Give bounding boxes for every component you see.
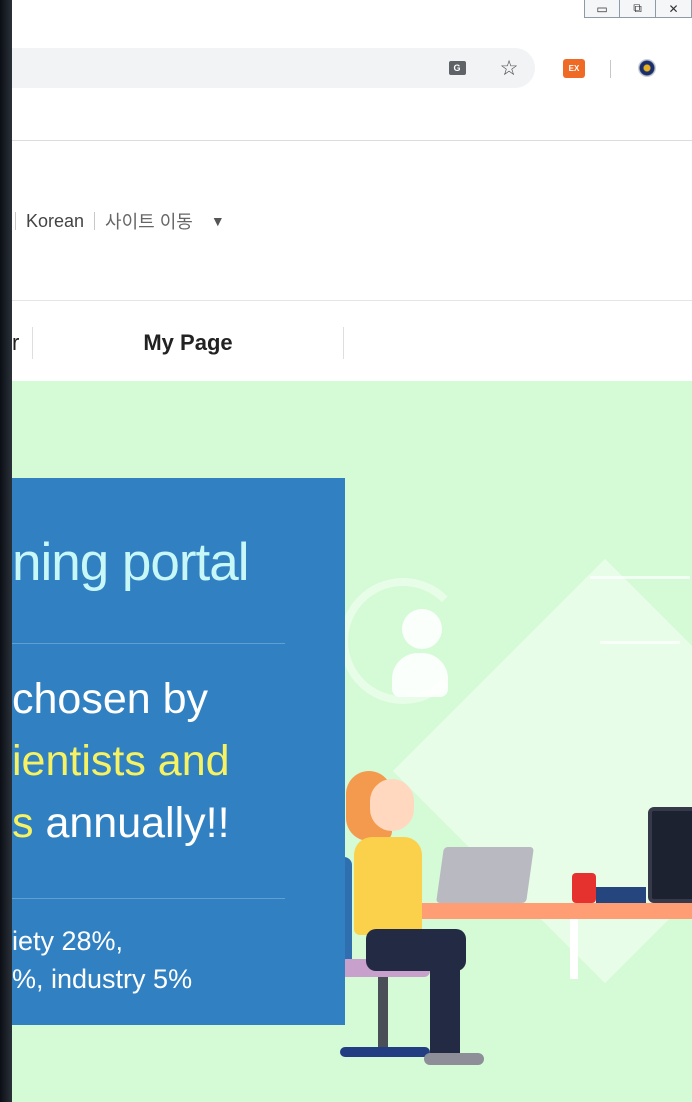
hero-stats: iety 28%, %, industry 5% bbox=[12, 926, 193, 994]
divider bbox=[12, 643, 285, 644]
hero-headline: chosen by ientists and s annually!! bbox=[12, 675, 230, 847]
chevron-down-icon[interactable]: ▼ bbox=[211, 213, 225, 229]
laptop-icon bbox=[436, 847, 534, 903]
divider bbox=[15, 212, 16, 230]
minimize-button[interactable]: ▭ bbox=[584, 0, 620, 18]
restore-button[interactable]: ⧉ bbox=[620, 0, 656, 18]
nav-item-partial[interactable]: r bbox=[12, 330, 32, 356]
hero-title: ning portal bbox=[12, 533, 250, 592]
language-korean-link[interactable]: Korean bbox=[26, 211, 84, 232]
main-nav: r My Page bbox=[12, 324, 344, 362]
window-controls: ▭ ⧉ ✕ bbox=[584, 0, 692, 18]
header-divider bbox=[0, 300, 692, 301]
nav-divider bbox=[343, 327, 344, 359]
user-icon bbox=[402, 609, 442, 649]
monitor-icon bbox=[648, 807, 692, 903]
divider bbox=[12, 898, 285, 899]
extension-icon[interactable]: EX bbox=[562, 56, 586, 80]
language-bar: Korean 사이트 이동 ▼ bbox=[12, 196, 225, 246]
hero-banner: ning portal chosen by ientists and s ann… bbox=[0, 381, 692, 1102]
profile-icon[interactable] bbox=[635, 56, 659, 80]
toolbar-separator bbox=[610, 60, 611, 78]
window-edge bbox=[0, 0, 12, 1102]
bookmark-star-icon[interactable]: ☆ bbox=[497, 56, 521, 80]
site-move-dropdown[interactable]: 사이트 이동 bbox=[105, 208, 193, 234]
hero-text-panel: ning portal chosen by ientists and s ann… bbox=[0, 478, 345, 1025]
translate-icon[interactable]: G bbox=[445, 56, 469, 80]
toolbar-divider bbox=[0, 140, 692, 141]
divider bbox=[94, 212, 96, 230]
close-button[interactable]: ✕ bbox=[656, 0, 692, 18]
nav-item-my-page[interactable]: My Page bbox=[33, 330, 343, 356]
